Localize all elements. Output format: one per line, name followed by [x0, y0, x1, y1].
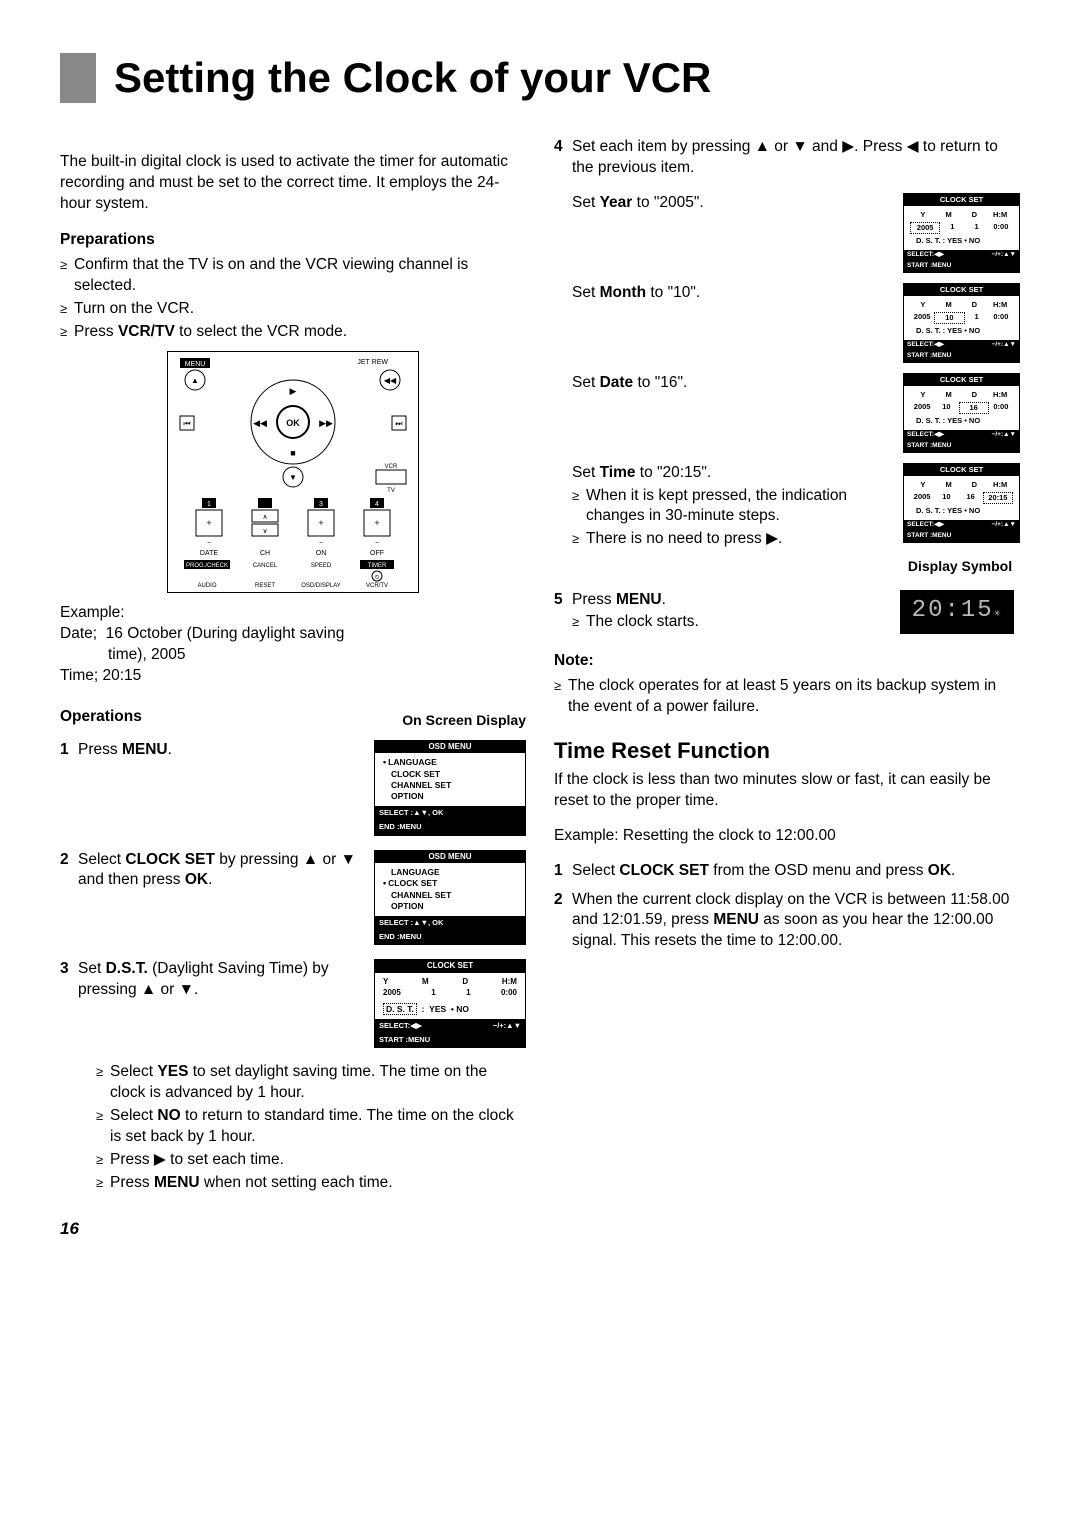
svg-text:+: + — [206, 518, 211, 528]
svg-text:⏭: ⏭ — [395, 419, 402, 428]
svg-text:⏲: ⏲ — [375, 575, 380, 581]
svg-text:SPEED: SPEED — [311, 563, 332, 569]
svg-text:OFF: OFF — [370, 550, 384, 557]
step4-text: Set each item by pressing ▲ or ▼ and ▶. … — [572, 138, 998, 176]
time-reset-step2: 2When the current clock display on the V… — [554, 890, 1020, 953]
preparations-head: Preparations — [60, 230, 526, 251]
step3-bullet: Select NO to return to standard time. Th… — [96, 1106, 526, 1148]
svg-text:−: − — [319, 540, 323, 547]
page-title: Setting the Clock of your VCR — [60, 50, 1020, 107]
step5-text: Press MENU. — [572, 591, 666, 608]
preparations-list: Confirm that the TV is on and the VCR vi… — [60, 255, 526, 343]
step-3: 3 Set D.S.T. (Daylight Saving Time) by p… — [60, 959, 526, 1193]
page-number: 16 — [60, 1218, 1020, 1241]
svg-text:+: + — [318, 518, 323, 528]
step3-text: Set D.S.T. (Daylight Saving Time) by pre… — [78, 959, 360, 1001]
title-text: Setting the Clock of your VCR — [114, 50, 711, 107]
svg-text:▼: ▼ — [289, 473, 297, 482]
example-label: Example: — [60, 603, 526, 624]
svg-text:3: 3 — [319, 501, 323, 508]
step2-text: Select CLOCK SET by pressing ▲ or ▼ and … — [78, 850, 360, 892]
svg-text:∨: ∨ — [262, 528, 267, 535]
step4-date: Set Date to "16". — [554, 373, 890, 394]
step-2: 2 Select CLOCK SET by pressing ▲ or ▼ an… — [60, 850, 526, 946]
svg-text:−: − — [207, 540, 211, 547]
osd-clockset-dst: CLOCK SET YMDH:M 2005110:00 D. S. T. : Y… — [374, 959, 526, 1048]
time-reset-head: Time Reset Function — [554, 736, 1020, 766]
svg-text:PROG./CHECK: PROG./CHECK — [186, 563, 228, 569]
step4-year: Set Year to "2005". — [554, 193, 890, 214]
step3-bullet: Press ▶ to set each time. — [96, 1150, 526, 1171]
svg-text:VCR/TV: VCR/TV — [366, 583, 388, 589]
step4-time-bullet: When it is kept pressed, the indication … — [572, 486, 890, 528]
example-date: Date; 16 October (During daylight saving… — [60, 624, 526, 666]
note-head: Note: — [554, 651, 1020, 672]
osd-year: CLOCK SET YMDH:M 2005110:00 D. S. T. : Y… — [903, 193, 1020, 273]
osd-head: On Screen Display — [298, 711, 526, 730]
svg-text:ON: ON — [316, 550, 327, 557]
operations-head: Operations — [60, 707, 288, 728]
svg-text:■: ■ — [290, 448, 295, 458]
svg-text:DATE: DATE — [200, 550, 218, 557]
note-bullet: The clock operates for at least 5 years … — [554, 676, 1020, 718]
step4-time: Set Time to "20:15". When it is kept pre… — [554, 463, 890, 559]
svg-text:◀◀: ◀◀ — [253, 418, 267, 428]
step3-bullet: Select YES to set daylight saving time. … — [96, 1062, 526, 1104]
svg-text:∧: ∧ — [262, 514, 267, 521]
svg-text:▲: ▲ — [191, 376, 199, 385]
svg-text:+: + — [374, 518, 379, 528]
svg-text:−: − — [375, 540, 379, 547]
svg-text:◀◀: ◀◀ — [384, 376, 397, 385]
title-block-icon — [60, 53, 96, 103]
time-reset-example: Example: Resetting the clock to 12:00.00 — [554, 826, 1020, 847]
svg-text:VCR: VCR — [385, 464, 398, 470]
svg-text:▶▶: ▶▶ — [319, 418, 333, 428]
osd-menu-2: OSD MENU LANGUAGE CLOCK SET CHANNEL SET … — [374, 850, 526, 946]
prep-item: Turn on the VCR. — [60, 299, 526, 320]
svg-text:4: 4 — [375, 501, 379, 508]
svg-text:OK: OK — [286, 418, 300, 428]
prep-item: Press VCR/TV to select the VCR mode. — [60, 322, 526, 343]
step-4: 4 Set each item by pressing ▲ or ▼ and ▶… — [554, 137, 1020, 179]
time-reset-step1: 1Select CLOCK SET from the OSD menu and … — [554, 861, 1020, 882]
svg-text:CANCEL: CANCEL — [253, 563, 278, 569]
osd-menu-1: OSD MENU LANGUAGE CLOCK SET CHANNEL SET … — [374, 740, 526, 836]
svg-text:TV: TV — [387, 488, 395, 494]
svg-text:RESET: RESET — [255, 583, 275, 589]
display-symbol: 20:15✳ — [900, 590, 1014, 634]
step4-time-bullet: There is no need to press ▶. — [572, 529, 890, 550]
svg-text:2: 2 — [263, 501, 267, 508]
svg-text:AUDIO: AUDIO — [197, 583, 216, 589]
svg-text:▶: ▶ — [290, 386, 297, 396]
svg-text:JET REW: JET REW — [357, 359, 388, 366]
svg-text:1: 1 — [207, 501, 211, 508]
display-symbol-label: Display Symbol — [900, 557, 1020, 576]
prep-item: Confirm that the TV is on and the VCR vi… — [60, 255, 526, 297]
step5-bullet: The clock starts. — [572, 612, 890, 633]
osd-date: CLOCK SET YMDH:M 200510160:00 D. S. T. :… — [903, 373, 1020, 453]
intro-text: The built-in digital clock is used to ac… — [60, 152, 526, 215]
svg-text:⏮: ⏮ — [183, 419, 190, 428]
example-time: Time; 20:15 — [60, 666, 526, 687]
svg-text:MENU: MENU — [185, 361, 206, 368]
step1-text: Press MENU. — [78, 740, 360, 761]
step3-bullet: Press MENU when not setting each time. — [96, 1173, 526, 1194]
svg-text:OSD/DISPLAY: OSD/DISPLAY — [301, 583, 341, 589]
svg-text:TIMER: TIMER — [368, 563, 387, 569]
osd-time: CLOCK SET YMDH:M 2005101620:15 D. S. T. … — [903, 463, 1020, 543]
step4-month: Set Month to "10". — [554, 283, 890, 304]
time-reset-intro: If the clock is less than two minutes sl… — [554, 770, 1020, 812]
step-1: 1 Press MENU. OSD MENU LANGUAGE CLOCK SE… — [60, 740, 526, 836]
remote-illustration: MENU ▲ JET REW ◀◀ OK ▶ ■ ◀◀ ▶▶ ⏮ ⏭ ▼ VCR… — [167, 351, 419, 593]
svg-text:CH: CH — [260, 550, 270, 557]
osd-month: CLOCK SET YMDH:M 20051010:00 D. S. T. : … — [903, 283, 1020, 363]
